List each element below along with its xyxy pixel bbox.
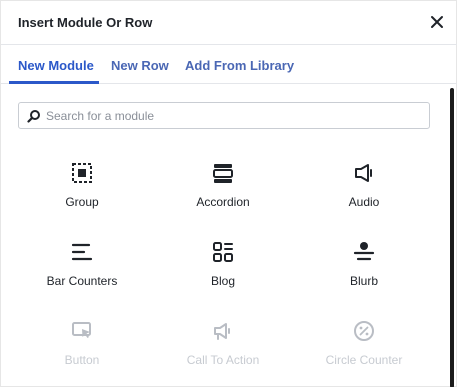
module-circle-counter[interactable]: Circle Counter [304,320,424,387]
tab-add-from-library[interactable]: Add From Library [185,58,294,73]
button-icon [71,320,93,342]
module-label: Blog [210,274,236,288]
bar-counters-icon [71,241,93,263]
active-tab-indicator [9,81,99,84]
dialog-header: Insert Module Or Row [1,1,457,45]
search-box [18,102,430,129]
accordion-icon [212,162,234,184]
group-icon [71,162,93,184]
module-blog[interactable]: Blog [163,241,283,311]
search-input[interactable] [46,106,424,126]
module-label: Group [65,195,99,209]
call-to-action-icon [212,320,234,342]
module-label: Blurb [349,274,378,288]
tab-new-module[interactable]: New Module [18,58,94,73]
blurb-icon [353,241,375,263]
module-label: Call To Action [186,353,260,367]
module-label: Circle Counter [325,353,403,367]
module-label: Accordion [196,195,250,209]
module-label: Button [64,353,100,367]
scrollbar[interactable] [450,88,454,387]
module-call-to-action[interactable]: Call To Action [163,320,283,387]
tab-new-row[interactable]: New Row [111,58,169,73]
close-icon[interactable] [428,13,446,31]
search-icon [27,109,41,123]
module-button[interactable]: Button [22,320,142,387]
module-group[interactable]: Group [22,162,142,232]
module-audio[interactable]: Audio [304,162,424,232]
audio-icon [353,162,375,184]
insert-module-dialog: Insert Module Or Row New Module New Row … [0,0,457,387]
module-bar-counters[interactable]: Bar Counters [22,241,142,311]
tab-bar: New Module New Row Add From Library [1,45,457,84]
module-label: Audio [348,195,380,209]
dialog-title: Insert Module Or Row [18,15,153,30]
circle-counter-icon [353,320,375,342]
module-label: Bar Counters [46,274,118,288]
blog-icon [212,241,234,263]
module-accordion[interactable]: Accordion [163,162,283,232]
module-blurb[interactable]: Blurb [304,241,424,311]
